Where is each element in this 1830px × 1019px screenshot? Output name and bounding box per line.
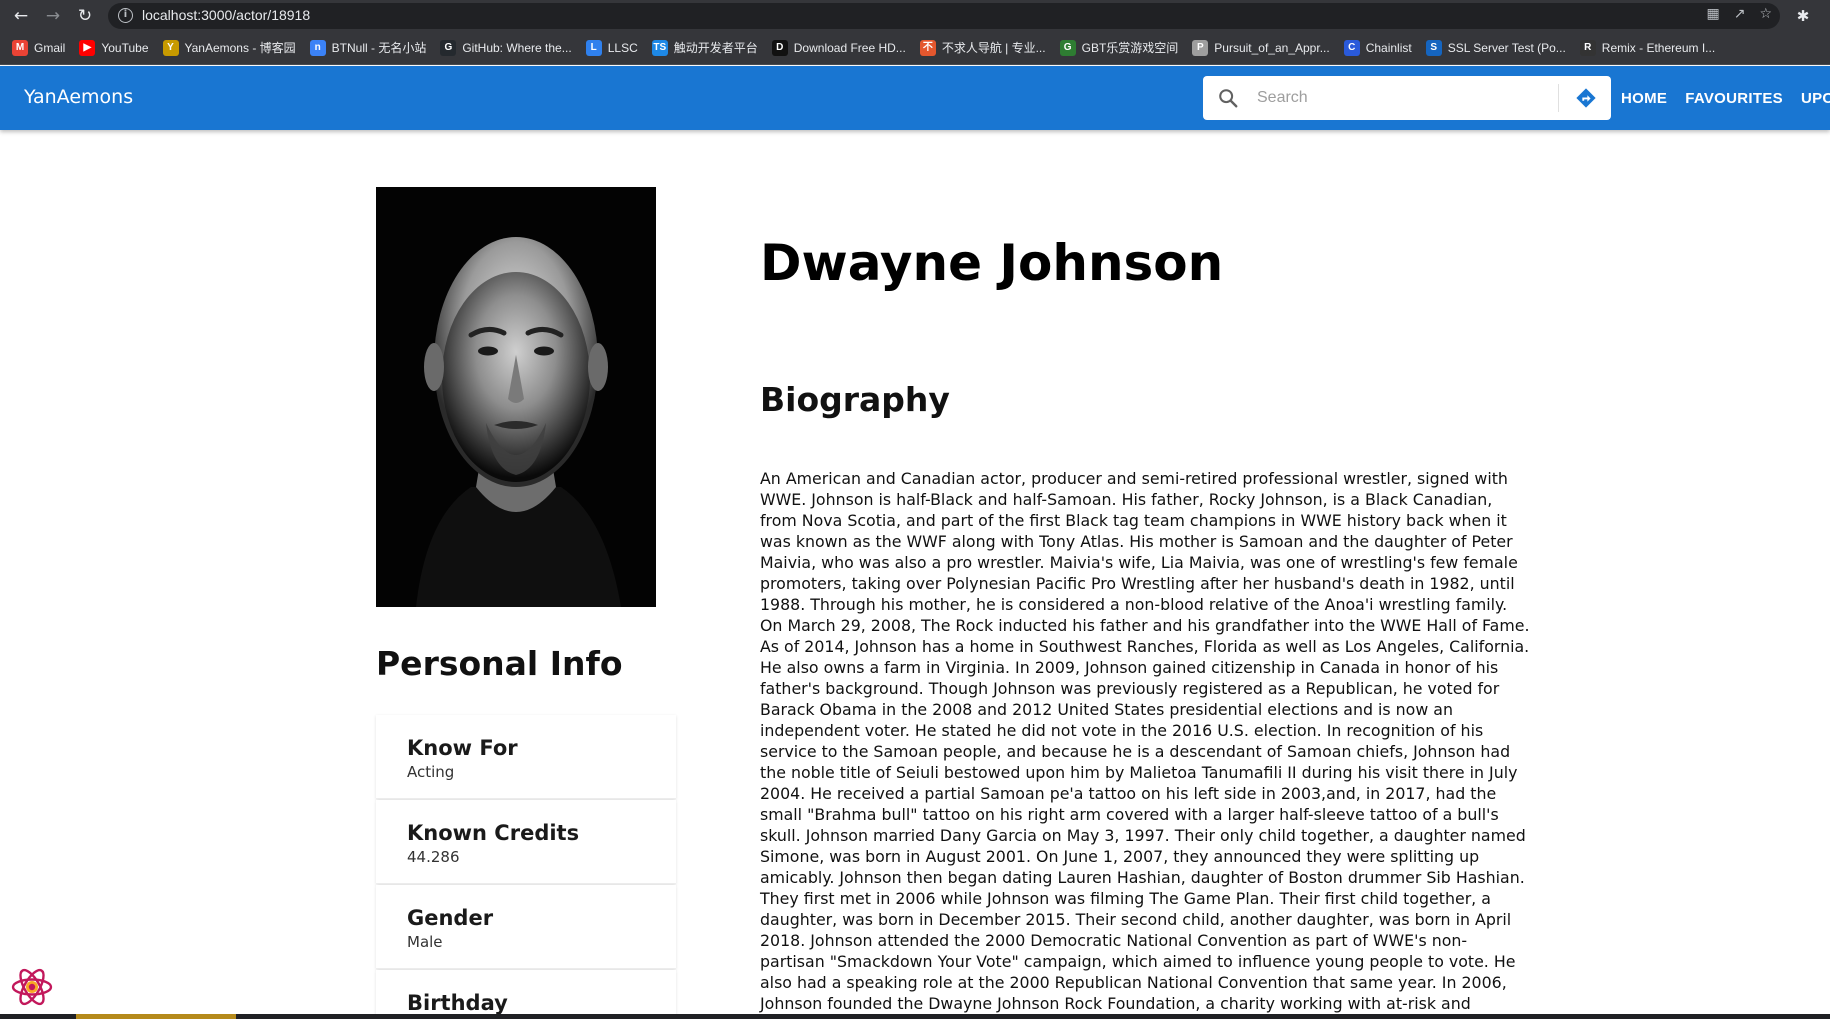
- search-box: [1203, 76, 1611, 120]
- bookmark-item[interactable]: G GitHub: Where the...: [440, 39, 572, 56]
- info-label: Birthday: [407, 991, 508, 1014]
- info-item-birthday: Birthday: [376, 970, 676, 1014]
- bookmark-label: Download Free HD...: [793, 40, 906, 55]
- info-value: Acting: [407, 763, 455, 781]
- search-input[interactable]: [1257, 84, 1547, 112]
- actor-name: Dwayne Johnson: [760, 234, 1224, 292]
- bookmark-item[interactable]: G GBT乐赏游戏空间: [1059, 39, 1179, 56]
- bookmark-item[interactable]: D Download Free HD...: [771, 39, 906, 56]
- bookmarks-bar: M Gmail ▶ YouTube Y YanAemons - 博客园 n BTNull - …: [0, 31, 1830, 65]
- nav-links: HOME FAVOURITES UPCO: [1621, 66, 1830, 130]
- bookmark-favicon-icon: P: [1192, 39, 1209, 56]
- info-item-gender: Gender Male: [376, 885, 676, 969]
- actor-photo: [376, 187, 656, 607]
- info-item-known-credits: Known Credits 44.286: [376, 800, 676, 884]
- info-item-known-for: Know For Acting: [376, 715, 676, 799]
- search-divider: [1558, 84, 1559, 112]
- brand-logo[interactable]: YanAemons: [24, 86, 133, 108]
- bookmark-item[interactable]: C Chainlist: [1343, 39, 1412, 56]
- back-icon[interactable]: ←: [8, 3, 34, 29]
- bookmark-favicon-icon: M: [12, 39, 28, 56]
- bookmark-label: SSL Server Test (Po...: [1447, 40, 1566, 55]
- bookmark-favicon-icon: n: [309, 39, 326, 56]
- react-devtools-icon[interactable]: [10, 965, 54, 1009]
- bookmark-favicon-icon: D: [771, 39, 788, 56]
- bookmark-favicon-icon: L: [585, 39, 602, 56]
- bookmark-favicon-icon: TS: [651, 39, 668, 56]
- info-value: 44.286: [407, 848, 460, 866]
- nav-home[interactable]: HOME: [1621, 90, 1667, 107]
- translate-icon[interactable]: ▦: [1706, 6, 1719, 22]
- search-icon[interactable]: [1217, 87, 1239, 109]
- taskbar-accent: [76, 1014, 236, 1019]
- bookmark-star-icon[interactable]: ☆: [1759, 6, 1772, 22]
- bookmark-label: YanAemons - 博客园: [184, 41, 296, 55]
- address-url[interactable]: localhost:3000/actor/18918: [142, 7, 310, 23]
- bookmark-label: GBT乐赏游戏空间: [1081, 41, 1179, 55]
- bookmark-label: Gmail: [34, 40, 66, 55]
- bookmark-favicon-icon: G: [1059, 39, 1076, 56]
- reload-icon[interactable]: ↻: [72, 3, 98, 29]
- info-value: Male: [407, 933, 443, 951]
- bookmark-label: Chainlist: [1365, 40, 1412, 55]
- bookmark-item[interactable]: Y YanAemons - 博客园: [162, 39, 296, 56]
- extensions-icon[interactable]: ✱: [1790, 3, 1816, 29]
- actor-page: Personal Info Know For Acting Known Cred…: [0, 130, 1830, 1014]
- bookmark-label: GitHub: Where the...: [462, 40, 572, 55]
- bookmark-item[interactable]: n BTNull - 无名小站: [309, 39, 427, 56]
- bookmark-favicon-icon: R: [1579, 39, 1596, 56]
- bookmark-label: YouTube: [101, 40, 149, 55]
- bookmark-label: 不求人导航 | 专业...: [941, 41, 1046, 55]
- share-icon[interactable]: ↗: [1734, 6, 1746, 22]
- taskbar-strip: [0, 1014, 1830, 1019]
- info-label: Gender: [407, 906, 494, 930]
- address-bar[interactable]: i localhost:3000/actor/18918 ▦ ↗ ☆: [108, 3, 1780, 29]
- bookmark-item[interactable]: ▶ YouTube: [79, 39, 149, 56]
- bookmark-favicon-icon: S: [1425, 39, 1442, 56]
- bookmark-favicon-icon: G: [440, 39, 457, 56]
- bookmark-item[interactable]: S SSL Server Test (Po...: [1425, 39, 1566, 56]
- bookmark-label: BTNull - 无名小站: [331, 41, 427, 55]
- bookmark-favicon-icon: C: [1343, 39, 1360, 56]
- nav-upcoming[interactable]: UPCO: [1801, 90, 1830, 107]
- bookmark-favicon-icon: Y: [162, 39, 179, 56]
- bookmark-label: LLSC: [607, 40, 638, 55]
- info-label: Known Credits: [407, 821, 580, 845]
- bookmark-item[interactable]: L LLSC: [585, 39, 638, 56]
- bookmark-label: 触动开发者平台: [673, 41, 758, 55]
- bookmark-label: Remix - Ethereum I...: [1601, 40, 1716, 55]
- bookmark-item[interactable]: 不不求人导航 | 专业...: [919, 39, 1046, 56]
- biography-heading: Biography: [760, 380, 950, 419]
- directions-icon[interactable]: [1575, 87, 1597, 109]
- bookmark-item[interactable]: P Pursuit_of_an_Appr...: [1192, 39, 1330, 56]
- browser-toolbar: ← → ↻ i localhost:3000/actor/18918 ▦ ↗ ☆…: [0, 0, 1830, 31]
- bookmark-label: Pursuit_of_an_Appr...: [1214, 40, 1330, 55]
- biography-text: An American and Canadian actor, producer…: [760, 469, 1530, 1013]
- personal-info-list: Know For Acting Known Credits 44.286 Gen…: [376, 715, 676, 1014]
- personal-info-heading: Personal Info: [376, 644, 623, 683]
- bookmark-favicon-icon: 不: [919, 39, 936, 56]
- bookmark-item[interactable]: M Gmail: [12, 39, 66, 56]
- bookmark-favicon-icon: ▶: [79, 39, 96, 56]
- info-label: Know For: [407, 736, 518, 760]
- bookmark-item[interactable]: R Remix - Ethereum I...: [1579, 39, 1716, 56]
- site-info-icon[interactable]: i: [118, 8, 133, 23]
- nav-favourites[interactable]: FAVOURITES: [1685, 90, 1783, 107]
- app-bar: YanAemons HOME FAVOURITES UPCO: [0, 66, 1830, 130]
- bookmark-item[interactable]: TS 触动开发者平台: [651, 39, 758, 56]
- forward-icon[interactable]: →: [40, 3, 66, 29]
